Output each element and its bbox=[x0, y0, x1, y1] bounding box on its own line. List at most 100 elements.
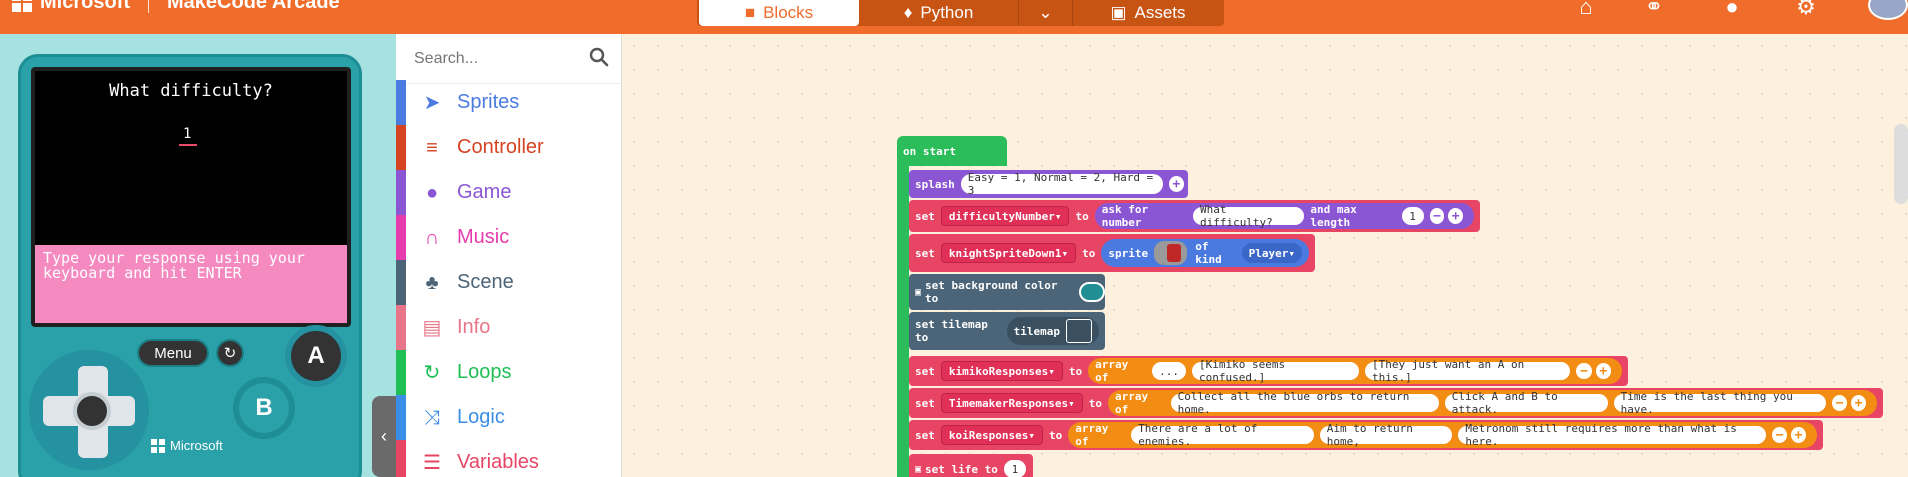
comment-icon: ▣ bbox=[915, 286, 922, 298]
category-logic[interactable]: ⤨ Logic bbox=[396, 395, 622, 440]
add-item-icon[interactable]: + bbox=[1851, 395, 1867, 411]
comment-icon: ▣ bbox=[915, 463, 922, 475]
variable-dropdown[interactable]: koiResponses bbox=[940, 425, 1043, 445]
gear-icon[interactable]: ⚙ bbox=[1794, 0, 1818, 19]
category-game[interactable]: ● Game bbox=[396, 170, 622, 215]
editor-tabs: ■ Blocks ♦ Python ⌄ ▣ Assets bbox=[697, 0, 1224, 26]
splash-text[interactable]: Easy = 1, Normal = 2, Hard = 3 bbox=[960, 171, 1163, 197]
array-item[interactable]: [They just want an A on this.] bbox=[1364, 358, 1571, 384]
array-item[interactable]: Click A and B to attack. bbox=[1444, 390, 1608, 416]
tilemap-image[interactable] bbox=[1066, 319, 1092, 343]
ask-for-number-block[interactable]: ask for number What difficulty? and max … bbox=[1094, 203, 1474, 229]
set-timemaker-block[interactable]: set TimemakerResponses to array of Colle… bbox=[909, 388, 1883, 418]
set-difficulty-block[interactable]: set difficultyNumber to ask for number W… bbox=[909, 200, 1480, 232]
variable-dropdown[interactable]: TimemakerResponses bbox=[940, 393, 1083, 413]
tab-python[interactable]: ♦ Python bbox=[859, 0, 1019, 26]
prompt-question: What difficulty? bbox=[109, 81, 273, 101]
set-background-color-block[interactable]: ▣ set background color to bbox=[909, 274, 1105, 310]
remove-item-icon[interactable]: − bbox=[1771, 427, 1787, 443]
array-item[interactable]: Metronom still requires more than what i… bbox=[1458, 422, 1766, 448]
array-item[interactable]: [Kimiko seems confused.] bbox=[1191, 358, 1359, 384]
category-controller[interactable]: ≡ Controller bbox=[396, 125, 622, 170]
set-knight-sprite-block[interactable]: set knightSpriteDown1 to sprite of kind … bbox=[909, 234, 1315, 272]
knight-sprite-image[interactable] bbox=[1154, 241, 1188, 265]
to-keyword: to bbox=[1082, 246, 1096, 260]
category-color-stripe bbox=[396, 305, 406, 350]
array-item[interactable]: Time is the last thing you have. bbox=[1613, 390, 1827, 416]
loop-icon: ↻ bbox=[423, 362, 441, 384]
tab-blocks[interactable]: ■ Blocks bbox=[699, 0, 859, 26]
category-sprites[interactable]: ➤ Sprites bbox=[396, 80, 622, 125]
variable-dropdown[interactable]: kimikoResponses bbox=[940, 361, 1063, 381]
array-item[interactable]: Aim to return home, bbox=[1319, 422, 1453, 448]
add-item-icon[interactable]: + bbox=[1790, 427, 1806, 443]
category-info[interactable]: ▤ Info bbox=[396, 305, 622, 350]
remove-param-icon[interactable]: − bbox=[1429, 208, 1445, 224]
add-param-icon[interactable]: + bbox=[1448, 208, 1463, 224]
top-bar: Microsoft MakeCode Arcade ■ Blocks ♦ Pyt… bbox=[0, 0, 1908, 34]
splash-block[interactable]: splash Easy = 1, Normal = 2, Hard = 3 + bbox=[909, 170, 1188, 198]
variable-dropdown[interactable]: difficultyNumber bbox=[940, 206, 1070, 226]
category-variables[interactable]: ☰ Variables bbox=[396, 440, 622, 477]
array-of-label: array of bbox=[1114, 390, 1149, 416]
headphones-icon: ∩ bbox=[424, 227, 440, 249]
console-brand: Microsoft bbox=[170, 438, 223, 453]
variable-dropdown[interactable]: knightSpriteDown1 bbox=[940, 243, 1077, 263]
tab-python-label: Python bbox=[920, 3, 974, 22]
tilemap-value-block[interactable]: tilemap bbox=[1006, 317, 1099, 345]
tilemap-label: set tilemap to bbox=[915, 318, 988, 344]
share-icon[interactable]: ⚭ bbox=[1642, 0, 1666, 19]
set-life-block[interactable]: ▣ set life to 1 bbox=[909, 454, 1033, 477]
game-screen[interactable]: What difficulty? 1 Type your response us… bbox=[35, 71, 347, 323]
sprite-create-block[interactable]: sprite of kind Player bbox=[1101, 239, 1309, 267]
life-value[interactable]: 1 bbox=[1003, 460, 1026, 477]
set-kimiko-block[interactable]: set kimikoResponses to array of ... [Kim… bbox=[909, 356, 1628, 386]
menu-button[interactable]: Menu bbox=[137, 339, 209, 367]
array-of-block[interactable]: array of There are a lot of enemies. Aim… bbox=[1068, 422, 1817, 448]
max-length-value[interactable]: 1 bbox=[1401, 207, 1424, 225]
category-music[interactable]: ∩ Music bbox=[396, 215, 622, 260]
set-keyword: set bbox=[915, 396, 935, 410]
remove-item-icon[interactable]: − bbox=[1576, 363, 1592, 379]
remove-item-icon[interactable]: − bbox=[1832, 395, 1848, 411]
avatar[interactable] bbox=[1868, 0, 1908, 20]
workspace-scrollbar[interactable] bbox=[1894, 124, 1908, 204]
array-item[interactable]: Collect all the blue orbs to return home… bbox=[1170, 390, 1439, 416]
array-item[interactable]: ... bbox=[1152, 362, 1186, 380]
color-picker[interactable] bbox=[1079, 282, 1105, 302]
prompt-instructions: Type your response using your keyboard a… bbox=[35, 245, 347, 323]
set-koi-block[interactable]: set koiResponses to array of There are a… bbox=[909, 420, 1823, 450]
set-tilemap-block[interactable]: set tilemap to tilemap bbox=[909, 312, 1105, 350]
array-of-block[interactable]: array of Collect all the blue orbs to re… bbox=[1107, 390, 1877, 416]
category-loops[interactable]: ↻ Loops bbox=[396, 350, 622, 395]
array-item[interactable]: There are a lot of enemies. bbox=[1131, 422, 1314, 448]
array-of-block[interactable]: array of ... [Kimiko seems confused.] [T… bbox=[1088, 358, 1622, 384]
a-button[interactable]: A bbox=[285, 325, 347, 387]
add-item-icon[interactable]: + bbox=[1595, 363, 1612, 379]
on-start-block[interactable]: on start bbox=[897, 136, 1007, 166]
language-dropdown[interactable]: ⌄ bbox=[1019, 0, 1073, 26]
category-scene[interactable]: ♣ Scene bbox=[396, 260, 622, 305]
category-label: Variables bbox=[457, 451, 539, 473]
category-color-stripe bbox=[396, 260, 406, 305]
brand[interactable]: Microsoft MakeCode Arcade bbox=[12, 0, 340, 13]
dpad[interactable] bbox=[29, 350, 149, 470]
ask-question-text[interactable]: What difficulty? bbox=[1192, 203, 1305, 229]
restart-icon[interactable]: ↻ bbox=[216, 339, 244, 367]
toolbox: ➤ Sprites ≡ Controller ● Game ∩ Music ♣ Scene ▤ Inf… bbox=[396, 34, 622, 477]
b-button[interactable]: B bbox=[233, 377, 295, 439]
home-icon[interactable]: ⌂ bbox=[1574, 0, 1598, 19]
kind-dropdown[interactable]: Player bbox=[1241, 243, 1302, 263]
tab-assets[interactable]: ▣ Assets bbox=[1073, 0, 1223, 26]
search-icon[interactable] bbox=[588, 46, 610, 68]
collapse-simulator-button[interactable]: ‹ bbox=[372, 396, 396, 477]
game-console: What difficulty? 1 Type your response us… bbox=[18, 54, 362, 477]
help-icon[interactable]: ● bbox=[1720, 0, 1744, 19]
category-color-stripe bbox=[396, 170, 406, 215]
tree-icon: ♣ bbox=[425, 272, 439, 294]
on-start-rail bbox=[897, 166, 909, 477]
add-param-icon[interactable]: + bbox=[1168, 176, 1184, 192]
screen-frame: What difficulty? 1 Type your response us… bbox=[31, 67, 351, 327]
blocks-workspace[interactable]: on start splash Easy = 1, Normal = 2, Ha… bbox=[622, 34, 1908, 477]
search-input[interactable] bbox=[414, 48, 584, 70]
